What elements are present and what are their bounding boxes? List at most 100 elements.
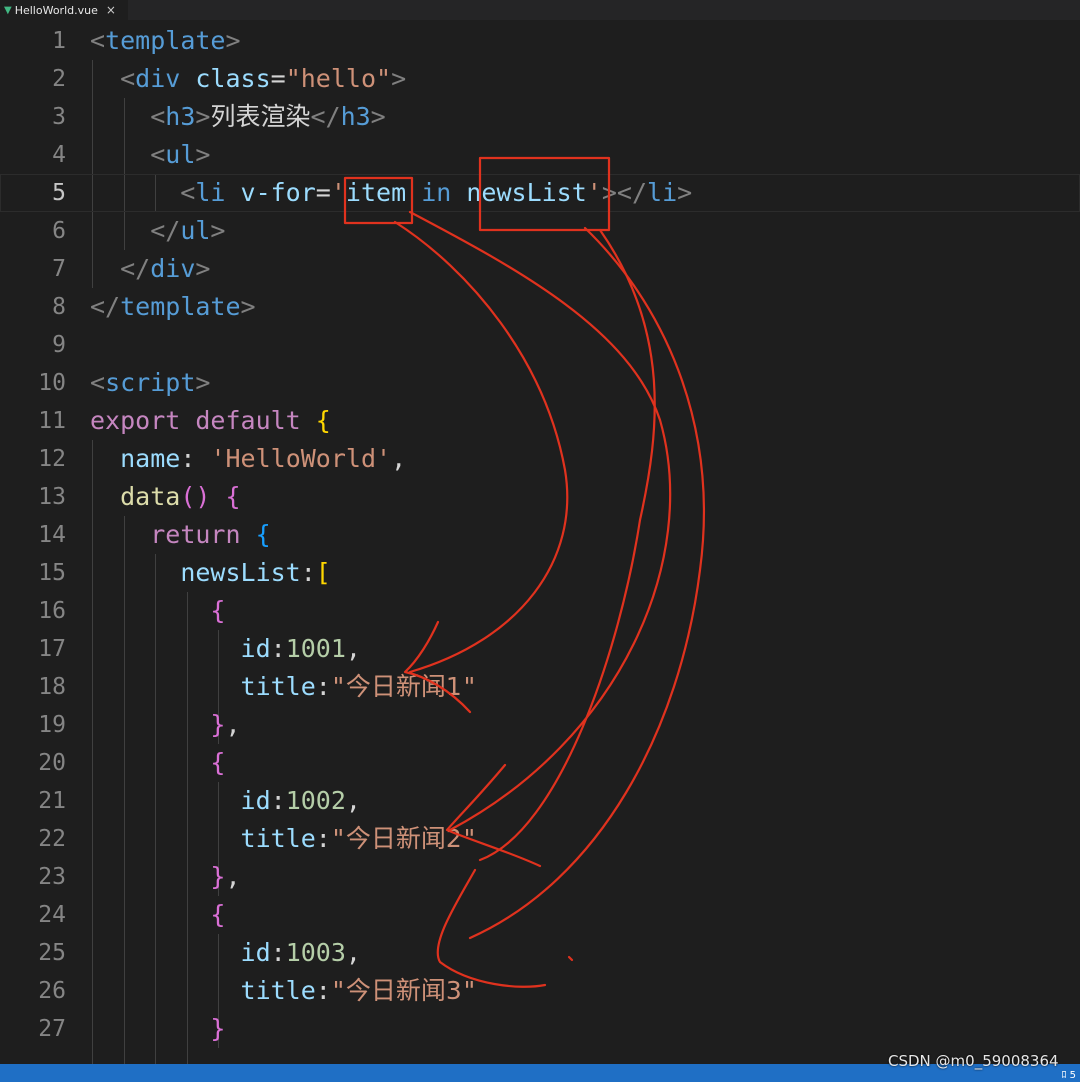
code-line[interactable]: 9 — [0, 326, 1080, 364]
code-token: title — [240, 672, 316, 701]
code-line[interactable]: 10 <script> — [0, 364, 1080, 402]
code-line[interactable]: 25 id:1003, — [0, 934, 1080, 972]
line-number: 25 — [38, 940, 66, 966]
code-line[interactable]: 20 { — [0, 744, 1080, 782]
code-line[interactable]: 6 </ul> — [0, 212, 1080, 250]
line-number: 15 — [38, 560, 66, 586]
code-line[interactable]: 11 export default { — [0, 402, 1080, 440]
line-number: 26 — [38, 978, 66, 1004]
code-line[interactable]: 8 </template> — [0, 288, 1080, 326]
code-token: > — [677, 178, 693, 207]
code-line[interactable]: 21 id:1002, — [0, 782, 1080, 820]
code-line[interactable]: 19 }, — [0, 706, 1080, 744]
close-icon[interactable]: × — [106, 3, 116, 17]
code-token: > — [391, 64, 407, 93]
vue-file-icon: ▼ — [4, 4, 12, 16]
code-line[interactable]: 15 newsList:[ — [0, 554, 1080, 592]
code-line[interactable]: 18 title:"今日新闻1" — [0, 668, 1080, 706]
code-token: title — [240, 824, 316, 853]
code-text: { — [90, 896, 225, 934]
code-line[interactable]: 2 <div class="hello"> — [0, 60, 1080, 98]
code-line[interactable]: 7 </div> — [0, 250, 1080, 288]
code-token: li — [195, 178, 226, 207]
code-line[interactable]: 3 <h3>列表渲染</h3> — [0, 98, 1080, 136]
code-token: ul — [165, 140, 196, 169]
code-token: id — [240, 634, 271, 663]
code-token: 1001 — [285, 634, 346, 663]
code-token: 列表渲染 — [210, 102, 311, 131]
code-token: name — [120, 444, 181, 473]
code-token: template — [105, 26, 226, 55]
line-number: 11 — [38, 408, 66, 434]
code-token: return — [150, 520, 241, 549]
code-line[interactable]: 1 <template> — [0, 22, 1080, 60]
code-text: </ul> — [90, 212, 225, 250]
code-text: name: 'HelloWorld', — [90, 440, 406, 478]
code-token: script — [105, 368, 196, 397]
code-token: ' — [330, 178, 346, 207]
code-line[interactable]: 23 }, — [0, 858, 1080, 896]
code-token: < — [90, 140, 166, 169]
code-line[interactable]: 12 name: 'HelloWorld', — [0, 440, 1080, 478]
code-token: > — [370, 102, 386, 131]
code-token: h3 — [340, 102, 371, 131]
code-line[interactable]: 14 return { — [0, 516, 1080, 554]
code-token: data — [120, 482, 181, 511]
code-line[interactable]: 5 <li v-for='item in newsList'></li> — [0, 174, 1080, 212]
code-token: } — [210, 862, 226, 891]
line-number: 3 — [52, 104, 66, 130]
csdn-watermark: CSDN @m0_59008364 — [888, 1052, 1059, 1070]
code-line[interactable]: 17 id:1001, — [0, 630, 1080, 668]
code-token: ></ — [601, 178, 648, 207]
code-token: " — [461, 672, 477, 701]
status-indicator: ﾛ 5 — [1061, 1070, 1076, 1081]
code-token: < — [90, 102, 166, 131]
code-token: > — [195, 102, 211, 131]
code-editor[interactable]: 1 <template> 2 <div class="hello"> 3 <h3>列表… — [0, 22, 1080, 1064]
code-token: , — [345, 938, 361, 967]
line-number: 5 — [52, 180, 66, 206]
code-token: > — [210, 216, 226, 245]
code-token: } — [210, 1014, 226, 1043]
code-token: : — [270, 634, 286, 663]
code-line[interactable]: 4 <ul> — [0, 136, 1080, 174]
code-token: li — [647, 178, 678, 207]
code-token: { — [225, 482, 241, 511]
code-token: " — [461, 824, 477, 853]
code-text: <script> — [90, 364, 210, 402]
code-token: < — [90, 26, 106, 55]
editor-tab-helloworld[interactable]: ▼ HelloWorld.vue × — [0, 0, 128, 20]
code-token: h3 — [165, 102, 196, 131]
code-token: </ — [90, 292, 121, 321]
code-token: 今日新闻3 — [345, 976, 462, 1005]
code-token: = — [270, 64, 286, 93]
code-line[interactable]: 13 data() { — [0, 478, 1080, 516]
code-text: title:"今日新闻2" — [90, 820, 477, 858]
code-token: " — [330, 672, 346, 701]
code-text: newsList:[ — [90, 554, 331, 592]
code-line[interactable]: 26 title:"今日新闻3" — [0, 972, 1080, 1010]
line-number: 13 — [38, 484, 66, 510]
code-line[interactable]: 24 { — [0, 896, 1080, 934]
code-line[interactable]: 22 title:"今日新闻2" — [0, 820, 1080, 858]
code-text: id:1002, — [90, 782, 361, 820]
code-token: " — [330, 976, 346, 1005]
code-token: , — [391, 444, 407, 473]
code-text: title:"今日新闻3" — [90, 972, 477, 1010]
code-token: < — [90, 64, 136, 93]
line-number: 27 — [38, 1016, 66, 1042]
code-line[interactable]: 16 { — [0, 592, 1080, 630]
code-text: { — [90, 592, 225, 630]
code-token: </ — [310, 102, 341, 131]
code-line[interactable]: 27 } — [0, 1010, 1080, 1048]
